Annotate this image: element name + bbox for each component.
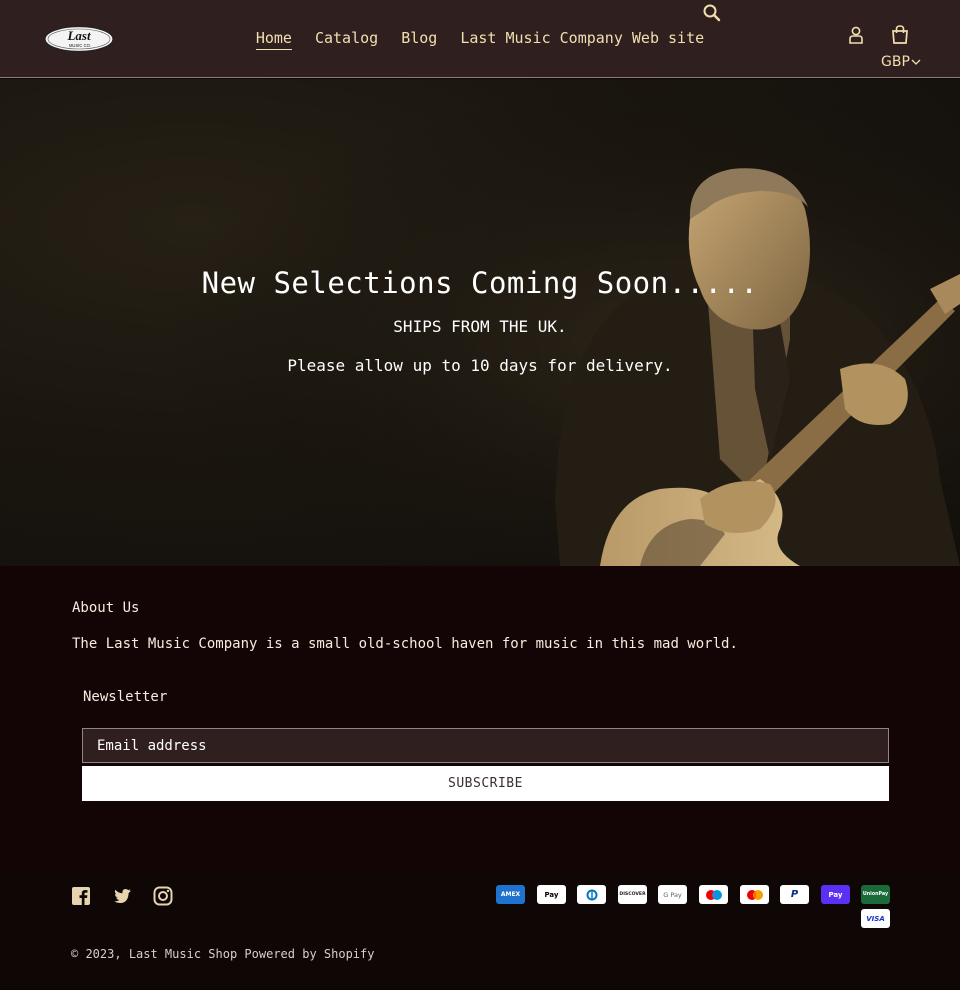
main-nav: Home Catalog Blog Last Music Company Web… xyxy=(0,28,960,50)
currency-selector[interactable]: GBP xyxy=(881,54,921,70)
hero-title: New Selections Coming Soon..... xyxy=(201,266,759,300)
search-icon[interactable] xyxy=(702,3,722,23)
nav-blog[interactable]: Blog xyxy=(401,28,437,50)
powered-by-link[interactable]: Powered by Shopify xyxy=(244,947,374,961)
about-text: The Last Music Company is a small old-sc… xyxy=(72,636,738,652)
site-header: Last MUSIC CO. Home Catalog Blog Last Mu… xyxy=(0,0,960,78)
cart-icon[interactable] xyxy=(889,24,911,46)
diners-club-icon xyxy=(577,885,606,904)
shop-name-link[interactable]: Last Music Shop xyxy=(129,947,237,961)
amex-icon: AMEX xyxy=(496,885,525,904)
footer-main: About Us The Last Music Company is a sma… xyxy=(0,566,960,870)
hero-subtitle: SHIPS FROM THE UK. xyxy=(393,317,567,336)
mastercard-icon xyxy=(740,885,769,904)
nav-catalog[interactable]: Catalog xyxy=(315,28,378,50)
visa-icon: VISA xyxy=(861,909,890,928)
hero-note: Please allow up to 10 days for delivery. xyxy=(287,356,673,375)
currency-label: GBP xyxy=(881,54,910,70)
about-heading: About Us xyxy=(72,600,140,616)
discover-icon: DISCOVER xyxy=(618,885,647,904)
payment-icons: AMEX Pay DISCOVER G Pay P Pay UnionPay V… xyxy=(0,870,960,940)
nav-home[interactable]: Home xyxy=(255,28,292,50)
subscribe-button[interactable]: SUBSCRIBE xyxy=(82,766,889,801)
maestro-icon xyxy=(699,885,728,904)
copyright: © 2023, Last Music Shop Powered by Shopi… xyxy=(71,947,374,961)
shop-pay-icon: Pay xyxy=(821,885,850,904)
nav-web-site[interactable]: Last Music Company Web site xyxy=(460,28,704,50)
email-input[interactable] xyxy=(82,728,889,763)
account-icon[interactable] xyxy=(846,25,866,45)
hero-banner: New Selections Coming Soon..... SHIPS FR… xyxy=(0,79,960,566)
footer-bottom: AMEX Pay DISCOVER G Pay P Pay UnionPay V… xyxy=(0,870,960,990)
union-pay-icon: UnionPay xyxy=(861,885,890,904)
paypal-icon: P xyxy=(780,885,809,904)
newsletter-heading: Newsletter xyxy=(83,689,168,705)
apple-pay-icon: Pay xyxy=(537,885,566,904)
chevron-down-icon xyxy=(911,59,921,65)
google-pay-icon: G Pay xyxy=(658,885,687,904)
copyright-prefix: © 2023, xyxy=(71,947,122,961)
